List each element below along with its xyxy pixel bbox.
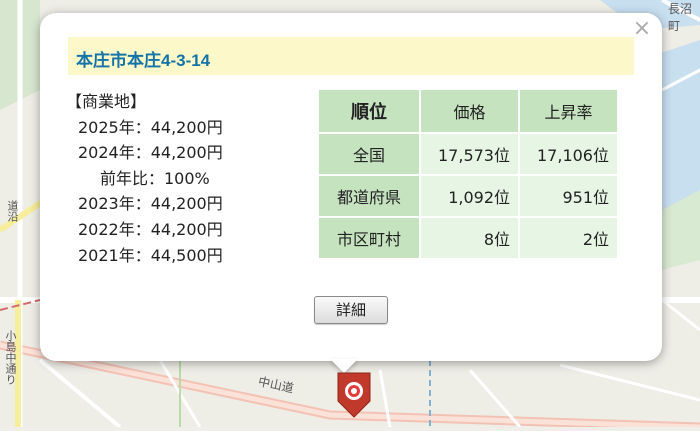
rank-price-cell: 1,092位 xyxy=(421,176,518,216)
price-row-2024: 2024年：44,200円 xyxy=(78,143,223,163)
rank-table: 順位 価格 上昇率 全国 17,573位 17,106位 都道府県 1,092位… xyxy=(317,88,619,260)
table-row: 市区町村 8位 2位 xyxy=(319,218,617,258)
close-icon[interactable]: × xyxy=(632,18,652,40)
rank-header-row: 順位 価格 上昇率 xyxy=(319,90,617,132)
price-history: 【商業地】 2025年：44,200円 2024年：44,200円 前年比：10… xyxy=(66,89,266,268)
rank-price-cell: 17,573位 xyxy=(421,134,518,174)
title-bar: 本庄市本庄4-3-14 xyxy=(68,37,634,75)
map-label-road: 道沿 xyxy=(6,200,19,222)
rank-row-label: 市区町村 xyxy=(319,218,419,258)
map-label-town: 長沼町 xyxy=(668,2,693,33)
table-row: 都道府県 1,092位 951位 xyxy=(319,176,617,216)
rank-row-label: 都道府県 xyxy=(319,176,419,216)
map-label-kojima: 小島中通り xyxy=(4,330,17,385)
popup-title: 本庄市本庄4-3-14 xyxy=(76,51,211,70)
price-row-2022: 2022年：44,200円 xyxy=(78,219,223,239)
rank-rate-cell: 17,106位 xyxy=(520,134,617,174)
rank-header-price: 価格 xyxy=(421,90,518,132)
land-category: 【商業地】 xyxy=(66,92,147,111)
info-popup: × 本庄市本庄4-3-14 【商業地】 2025年：44,200円 2024年：… xyxy=(40,13,662,361)
price-row-2023: 2023年：44,200円 xyxy=(78,194,223,214)
detail-button[interactable]: 詳細 xyxy=(314,296,388,324)
price-row-2025: 2025年：44,200円 xyxy=(78,117,223,137)
rank-price-cell: 8位 xyxy=(421,218,518,258)
table-row: 全国 17,573位 17,106位 xyxy=(319,134,617,174)
rank-rate-cell: 951位 xyxy=(520,176,617,216)
yoy-ratio: 前年比：100% xyxy=(100,168,210,188)
rank-rate-cell: 2位 xyxy=(520,218,617,258)
rank-header-rate: 上昇率 xyxy=(520,90,617,132)
map-pin-icon[interactable] xyxy=(334,371,374,427)
rank-row-label: 全国 xyxy=(319,134,419,174)
rank-header-title: 順位 xyxy=(319,90,419,132)
price-row-2021: 2021年：44,500円 xyxy=(78,245,223,265)
